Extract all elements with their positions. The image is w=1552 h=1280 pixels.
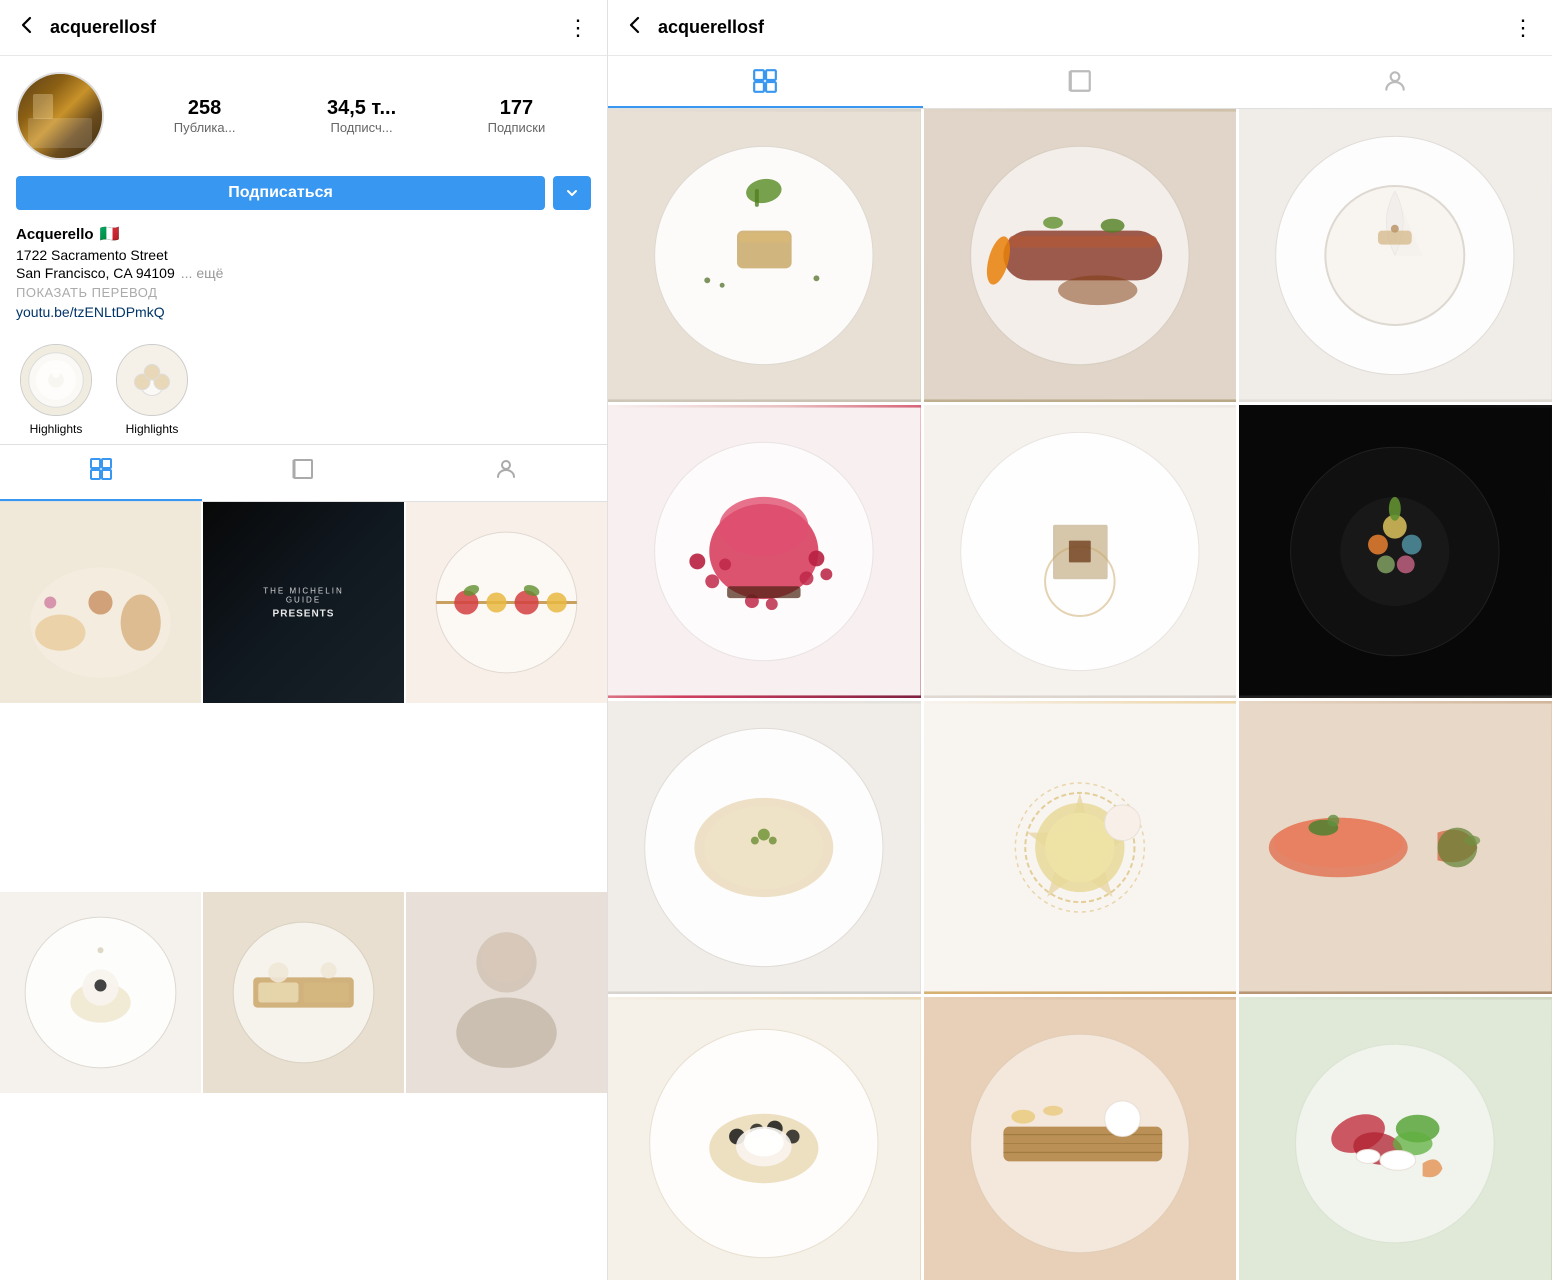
left-grid-cell-5[interactable] [203, 892, 404, 1093]
stat-followers: 34,5 т... Подписч... [327, 97, 396, 135]
stat-following: 177 Подписки [488, 97, 546, 135]
left-back-button[interactable] [16, 14, 38, 42]
right-panel: acquerellosf ⋮ [608, 0, 1552, 1280]
subscribe-dropdown-button[interactable] [553, 176, 591, 210]
bio-translate[interactable]: ПОКАЗАТЬ ПЕРЕВОД [16, 285, 591, 300]
left-username: acquerellosf [50, 17, 567, 38]
highlight-circle-1 [20, 344, 92, 416]
right-grid-cell-9[interactable] [1239, 701, 1552, 994]
highlight-label-1: Highlights [30, 422, 83, 436]
posts-count: 258 [188, 97, 221, 120]
left-more-button[interactable]: ⋮ [567, 15, 591, 41]
right-grid-cell-7[interactable] [608, 701, 921, 994]
right-grid [608, 109, 1552, 1280]
left-grid-cell-2[interactable]: THE MICHELIN GUIDE PRESENTS [203, 502, 404, 703]
right-more-button[interactable]: ⋮ [1512, 15, 1536, 41]
right-header: acquerellosf ⋮ [608, 0, 1552, 56]
following-count: 177 [500, 97, 533, 120]
tab-grid-left[interactable] [0, 445, 202, 501]
posts-label: Публика... [174, 120, 236, 135]
avatar[interactable] [16, 72, 104, 160]
left-panel: acquerellosf ⋮ 258 Публика... 34,5 т... … [0, 0, 608, 1280]
highlights-section: Highlights Highlights [0, 332, 607, 444]
person-icon-left [494, 457, 518, 487]
right-tab-person[interactable] [1237, 56, 1552, 108]
left-grid-cell-6[interactable] [406, 892, 607, 1093]
flag-icon: 🇮🇹 [100, 224, 120, 244]
profile-row: 258 Публика... 34,5 т... Подписч... 177 … [16, 72, 591, 160]
right-grid-cell-1[interactable] [608, 109, 921, 402]
right-grid-cell-8[interactable] [924, 701, 1237, 994]
grid-icon-left [89, 457, 113, 487]
left-header: acquerellosf ⋮ [0, 0, 607, 56]
followers-count: 34,5 т... [327, 97, 396, 120]
right-username: acquerellosf [658, 17, 1512, 38]
right-grid-cell-6[interactable] [1239, 405, 1552, 698]
tab-person-left[interactable] [405, 445, 607, 501]
left-grid-cell-1[interactable] [0, 502, 201, 703]
right-tabs-row [608, 56, 1552, 109]
stats-row: 258 Публика... 34,5 т... Подписч... 177 … [128, 97, 591, 135]
right-grid-cell-3[interactable] [1239, 109, 1552, 402]
right-grid-cell-4[interactable] [608, 405, 921, 698]
bio-address2: San Francisco, CA 94109 ... ещё [16, 265, 591, 281]
right-grid-cell-2[interactable] [924, 109, 1237, 402]
right-grid-cell-11[interactable] [924, 997, 1237, 1280]
highlight-item-2[interactable]: Highlights [112, 344, 192, 436]
bio-more[interactable]: ... ещё [181, 265, 224, 281]
subscribe-button[interactable]: Подписаться [16, 176, 545, 210]
bio-address1: 1722 Sacramento Street [16, 247, 591, 263]
followers-label: Подписч... [330, 120, 392, 135]
stat-posts: 258 Публика... [174, 97, 236, 135]
right-back-button[interactable] [624, 14, 646, 42]
right-tab-grid[interactable] [608, 56, 923, 108]
michelin-text: THE MICHELIN GUIDE PRESENTS [253, 586, 354, 619]
left-grid: THE MICHELIN GUIDE PRESENTS [0, 502, 607, 1280]
right-grid-cell-10[interactable] [608, 997, 921, 1280]
bio-link[interactable]: youtu.be/tzENLtDPmkQ [16, 304, 591, 320]
book-icon-left [291, 457, 315, 487]
tab-book-left[interactable] [202, 445, 404, 501]
left-tabs-row [0, 444, 607, 502]
right-grid-cell-5[interactable] [924, 405, 1237, 698]
right-tab-book[interactable] [923, 56, 1238, 108]
highlight-label-2: Highlights [126, 422, 179, 436]
bio-section: Acquerello 🇮🇹 1722 Sacramento Street San… [16, 224, 591, 320]
right-grid-cell-12[interactable] [1239, 997, 1552, 1280]
highlight-circle-2 [116, 344, 188, 416]
subscribe-row: Подписаться [16, 176, 591, 210]
left-grid-cell-3[interactable] [406, 502, 607, 703]
left-grid-cell-4[interactable] [0, 892, 201, 1093]
following-label: Подписки [488, 120, 546, 135]
bio-name: Acquerello 🇮🇹 [16, 224, 591, 244]
highlight-item-1[interactable]: Highlights [16, 344, 96, 436]
left-profile-section: 258 Публика... 34,5 т... Подписч... 177 … [0, 56, 607, 332]
